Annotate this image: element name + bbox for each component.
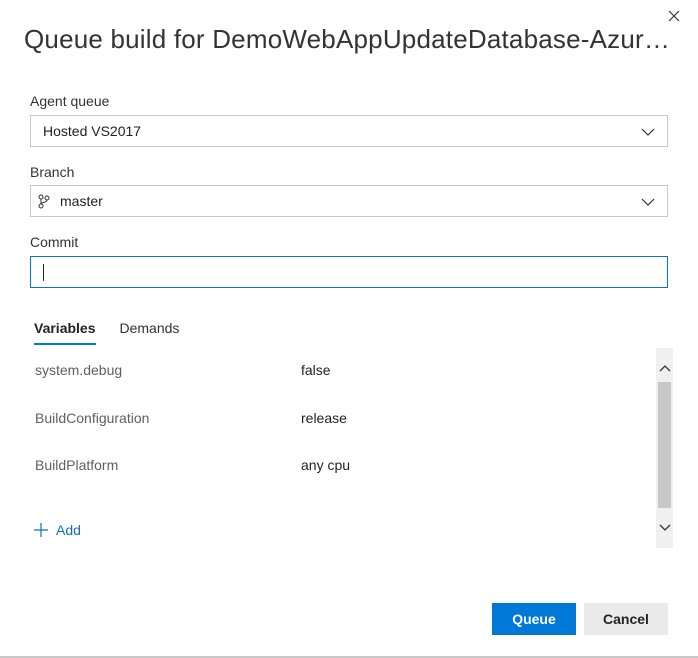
add-label: Add xyxy=(56,522,81,538)
chevron-down-icon xyxy=(641,198,655,206)
variable-name: BuildConfiguration xyxy=(35,410,150,426)
tab-demands[interactable]: Demands xyxy=(120,320,180,345)
scroll-up-button[interactable] xyxy=(656,360,673,377)
agent-queue-dropdown[interactable]: Hosted VS2017 xyxy=(30,115,668,147)
variable-name: system.debug xyxy=(35,362,123,378)
tab-variables[interactable]: Variables xyxy=(34,320,96,345)
variable-value: release xyxy=(301,410,347,426)
close-icon xyxy=(668,10,680,22)
chevron-down-icon xyxy=(641,128,655,136)
variables-table: system.debug false BuildConfiguration re… xyxy=(30,348,658,548)
plus-icon xyxy=(34,523,48,537)
chevron-down-icon xyxy=(659,524,670,531)
commit-input[interactable] xyxy=(30,256,668,288)
commit-label: Commit xyxy=(30,234,79,250)
variable-value: any cpu xyxy=(301,457,351,473)
branch-dropdown[interactable]: master xyxy=(30,185,668,217)
branch-label: Branch xyxy=(30,164,75,180)
add-variable-button[interactable]: Add xyxy=(34,522,81,538)
text-caret xyxy=(43,264,44,281)
agent-queue-value: Hosted VS2017 xyxy=(43,123,142,139)
branch-icon xyxy=(38,193,52,209)
scroll-down-button[interactable] xyxy=(656,518,673,535)
variable-value: false xyxy=(301,362,331,378)
queue-button[interactable]: Queue xyxy=(492,603,576,635)
agent-queue-label: Agent queue xyxy=(30,93,110,109)
close-button[interactable] xyxy=(664,6,684,26)
dialog-title: Queue build for DemoWebAppUpdateDatabase… xyxy=(24,24,674,54)
chevron-up-icon xyxy=(659,364,670,371)
scroll-thumb[interactable] xyxy=(658,382,671,508)
branch-value: master xyxy=(60,193,103,209)
tab-bar: Variables Demands xyxy=(34,320,179,345)
variables-scrollbar[interactable] xyxy=(656,348,673,548)
cancel-button[interactable]: Cancel xyxy=(584,603,668,635)
queue-build-dialog: Queue build for DemoWebAppUpdateDatabase… xyxy=(0,0,698,658)
variable-name: BuildPlatform xyxy=(35,457,119,473)
